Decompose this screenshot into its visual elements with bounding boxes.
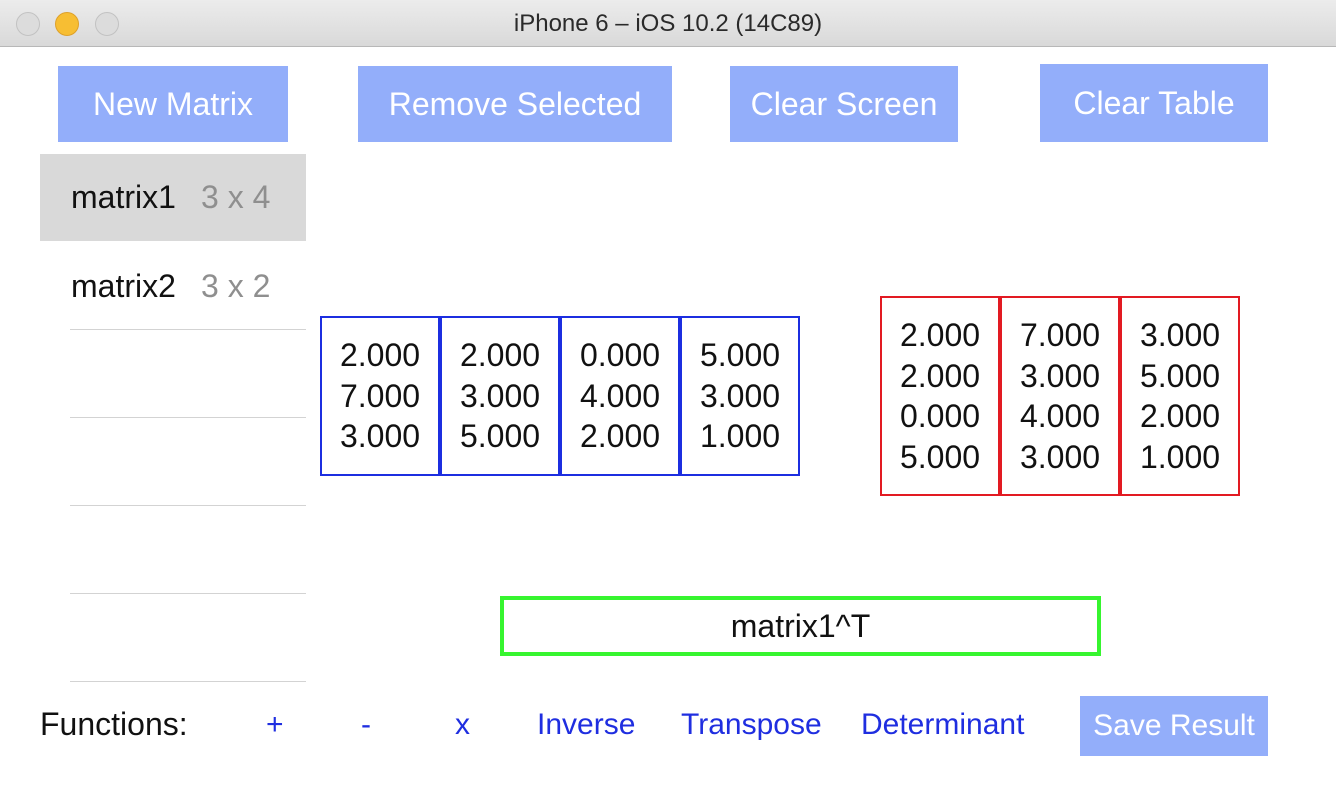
matrix-cell: 5.000 bbox=[899, 438, 981, 475]
clear-table-button[interactable]: Clear Table bbox=[1040, 64, 1268, 142]
matrix-list-item[interactable]: matrix2 3 x 2 bbox=[40, 243, 306, 330]
window-title: iPhone 6 – iOS 10.2 (14C89) bbox=[513, 10, 823, 37]
matrix-column: 7.000 3.000 4.000 3.000 bbox=[1000, 296, 1120, 496]
matrix-cell: 7.000 bbox=[339, 377, 421, 414]
matrix-cell: 3.000 bbox=[339, 418, 421, 455]
matrix-column: 2.000 3.000 5.000 bbox=[440, 316, 560, 476]
matrix-cell: 1.000 bbox=[699, 418, 781, 455]
list-separator bbox=[70, 417, 306, 418]
list-separator bbox=[70, 329, 306, 330]
determinant-function-button[interactable]: Determinant bbox=[861, 708, 1024, 742]
functions-label: Functions: bbox=[40, 706, 188, 742]
matrix-cell: 0.000 bbox=[579, 337, 661, 374]
add-function-button[interactable]: + bbox=[266, 708, 284, 742]
matrix-cell: 4.000 bbox=[579, 377, 661, 414]
matrix-cell: 2.000 bbox=[899, 357, 981, 394]
matrix-cell: 2.000 bbox=[459, 337, 541, 374]
matrix-column: 2.000 7.000 3.000 bbox=[320, 316, 440, 476]
matrix-name: matrix1 bbox=[71, 179, 176, 215]
result-matrix-view: 2.000 2.000 0.000 5.000 7.000 3.000 4.00… bbox=[880, 296, 1240, 496]
matrix-cell: 3.000 bbox=[1019, 438, 1101, 475]
new-matrix-button[interactable]: New Matrix bbox=[58, 66, 288, 142]
matrix-dimensions: 3 x 4 bbox=[201, 179, 271, 215]
matrix-cell: 3.000 bbox=[1019, 357, 1101, 394]
matrix-cell: 3.000 bbox=[699, 377, 781, 414]
matrix-column: 5.000 3.000 1.000 bbox=[680, 316, 800, 476]
subtract-function-button[interactable]: - bbox=[361, 708, 371, 742]
matrix-cell: 5.000 bbox=[459, 418, 541, 455]
matrix-cell: 2.000 bbox=[579, 418, 661, 455]
matrix-column: 0.000 4.000 2.000 bbox=[560, 316, 680, 476]
matrix-cell: 7.000 bbox=[1019, 317, 1101, 353]
remove-selected-button[interactable]: Remove Selected bbox=[358, 66, 672, 142]
multiply-function-button[interactable]: x bbox=[455, 708, 470, 742]
expression-field[interactable]: matrix1^T bbox=[500, 596, 1101, 656]
matrix-cell: 4.000 bbox=[1019, 398, 1101, 434]
inverse-function-button[interactable]: Inverse bbox=[537, 708, 635, 742]
matrix-cell: 3.000 bbox=[1139, 317, 1221, 353]
matrix-cell: 2.000 bbox=[1139, 398, 1221, 434]
list-separator bbox=[70, 505, 306, 506]
window-titlebar: iPhone 6 – iOS 10.2 (14C89) bbox=[0, 0, 1336, 47]
matrix-column: 3.000 5.000 2.000 1.000 bbox=[1120, 296, 1240, 496]
matrix-cell: 1.000 bbox=[1139, 438, 1221, 475]
matrix-cell: 5.000 bbox=[1139, 357, 1221, 394]
input-matrix-view: 2.000 7.000 3.000 2.000 3.000 5.000 0.00… bbox=[320, 316, 800, 476]
matrix-column: 2.000 2.000 0.000 5.000 bbox=[880, 296, 1000, 496]
matrix-cell: 2.000 bbox=[899, 317, 981, 353]
list-separator bbox=[70, 593, 306, 594]
matrix-cell: 5.000 bbox=[699, 337, 781, 374]
clear-screen-button[interactable]: Clear Screen bbox=[730, 66, 958, 142]
transpose-function-button[interactable]: Transpose bbox=[681, 708, 822, 742]
matrix-name: matrix2 bbox=[71, 268, 176, 304]
matrix-dimensions: 3 x 2 bbox=[201, 268, 271, 304]
matrix-cell: 0.000 bbox=[899, 398, 981, 434]
save-result-button[interactable]: Save Result bbox=[1080, 696, 1268, 756]
matrix-cell: 2.000 bbox=[339, 337, 421, 374]
matrix-list-item[interactable]: matrix1 3 x 4 bbox=[40, 154, 306, 241]
list-separator bbox=[70, 681, 306, 682]
matrix-cell: 3.000 bbox=[459, 377, 541, 414]
